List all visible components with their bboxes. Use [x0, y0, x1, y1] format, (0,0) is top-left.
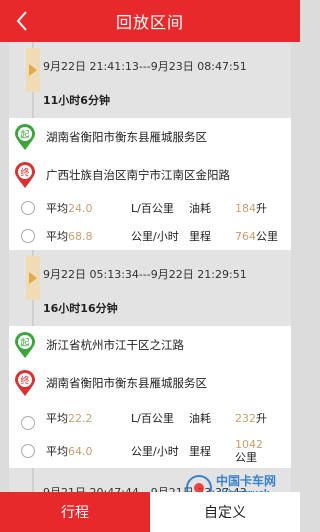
trip-time-range: 9月22日 05:13:34---9月22日 21:29:51 [43, 268, 247, 281]
avg-fuel-value: 24.0 [68, 202, 93, 215]
end-location-row: 终 湖南省衡阳市衡东县雁城服务区 [9, 364, 291, 402]
trip-card[interactable]: 9月22日 05:13:34---9月22日 21:29:51 16小时16分钟… [9, 250, 291, 468]
start-location: 湖南省衡阳市衡东县雁城服务区 [46, 130, 207, 144]
avg-speed-unit: 公里/小时 [131, 445, 179, 458]
trip-list[interactable]: 9月22日 21:41:13---9月23日 08:47:51 11小时6分钟 … [0, 42, 300, 492]
svg-text:起: 起 [20, 338, 29, 349]
start-pin-icon: 起 [15, 124, 35, 150]
avg-fuel-value: 22.2 [68, 412, 93, 425]
start-location: 浙江省杭州市江干区之江路 [46, 338, 184, 352]
mileage-label: 里程 [189, 230, 211, 243]
end-location: 湖南省衡阳市衡东县雁城服务区 [46, 376, 207, 390]
radio-circle-icon[interactable] [21, 201, 35, 215]
stat-label: 平均 [46, 412, 68, 425]
end-pin-icon: 终 [15, 162, 35, 188]
trip-header: 9月22日 05:13:34---9月22日 21:29:51 16小时16分钟 [9, 250, 291, 326]
avg-fuel-unit: L/百公里 [131, 412, 174, 425]
mileage-label: 里程 [189, 445, 211, 458]
trip-time-range: 9月22日 21:41:13---9月23日 08:47:51 [43, 60, 247, 73]
start-location-row: 起 湖南省衡阳市衡东县雁城服务区 [9, 118, 291, 156]
speed-stat-row: 平均68.8 公里/小时 里程 764公里 [9, 222, 291, 250]
chevron-left-icon [16, 11, 27, 31]
svg-text:终: 终 [20, 167, 29, 179]
speed-stat-row: 平均64.0 公里/小时 里程 1042 公里 [9, 434, 291, 468]
end-location-row: 终 广西壮族自治区南宁市江南区金阳路 [9, 156, 291, 194]
fuel-label: 油耗 [189, 202, 211, 215]
mileage-value: 1042 [235, 438, 263, 451]
stat-label: 平均 [46, 230, 68, 243]
fuel-total-unit: 升 [256, 412, 267, 425]
avg-fuel-unit: L/百公里 [131, 202, 174, 215]
watermark-title: 中国卡车网 [216, 474, 277, 488]
tab-trips[interactable]: 行程 [0, 492, 150, 532]
avg-speed-unit: 公里/小时 [131, 230, 179, 243]
start-pin-icon: 起 [15, 332, 35, 358]
trip-duration: 16小时16分钟 [43, 302, 118, 315]
tab-custom[interactable]: 自定义 [150, 492, 300, 532]
stat-label: 平均 [46, 445, 68, 458]
mileage-unit: 公里 [235, 451, 257, 464]
back-button[interactable] [10, 6, 34, 36]
play-marker-icon [26, 256, 40, 300]
trip-card[interactable]: 9月22日 21:41:13---9月23日 08:47:51 11小时6分钟 … [9, 42, 291, 250]
mileage-unit: 公里 [256, 230, 278, 243]
trip-header: 9月22日 21:41:13---9月23日 08:47:51 11小时6分钟 [9, 42, 291, 118]
end-location: 广西壮族自治区南宁市江南区金阳路 [46, 168, 230, 182]
radio-circle-icon[interactable] [21, 444, 35, 458]
fuel-stat-row: 平均22.2 L/百公里 油耗 232升 [9, 402, 291, 434]
fuel-label: 油耗 [189, 412, 211, 425]
app-header: 回放区间 [0, 0, 300, 42]
stat-label: 平均 [46, 202, 68, 215]
avg-speed-value: 68.8 [68, 230, 93, 243]
mileage-value: 764 [235, 230, 256, 243]
fuel-total-value: 184 [235, 202, 256, 215]
end-pin-icon: 终 [15, 370, 35, 396]
avg-speed-value: 64.0 [68, 445, 93, 458]
trip-duration: 11小时6分钟 [43, 94, 110, 107]
start-location-row: 起 浙江省杭州市江干区之江路 [9, 326, 291, 364]
fuel-total-unit: 升 [256, 202, 267, 215]
svg-text:起: 起 [20, 130, 29, 141]
radio-circle-icon[interactable] [21, 416, 35, 430]
radio-circle-icon[interactable] [21, 229, 35, 243]
svg-text:终: 终 [20, 375, 29, 387]
play-marker-icon [26, 48, 40, 92]
page-title: 回放区间 [115, 13, 184, 32]
fuel-total-value: 232 [235, 412, 256, 425]
fuel-stat-row: 平均24.0 L/百公里 油耗 184升 [9, 194, 291, 222]
bottom-tab-bar: 行程 自定义 [0, 492, 300, 532]
timeline-line [32, 468, 34, 492]
